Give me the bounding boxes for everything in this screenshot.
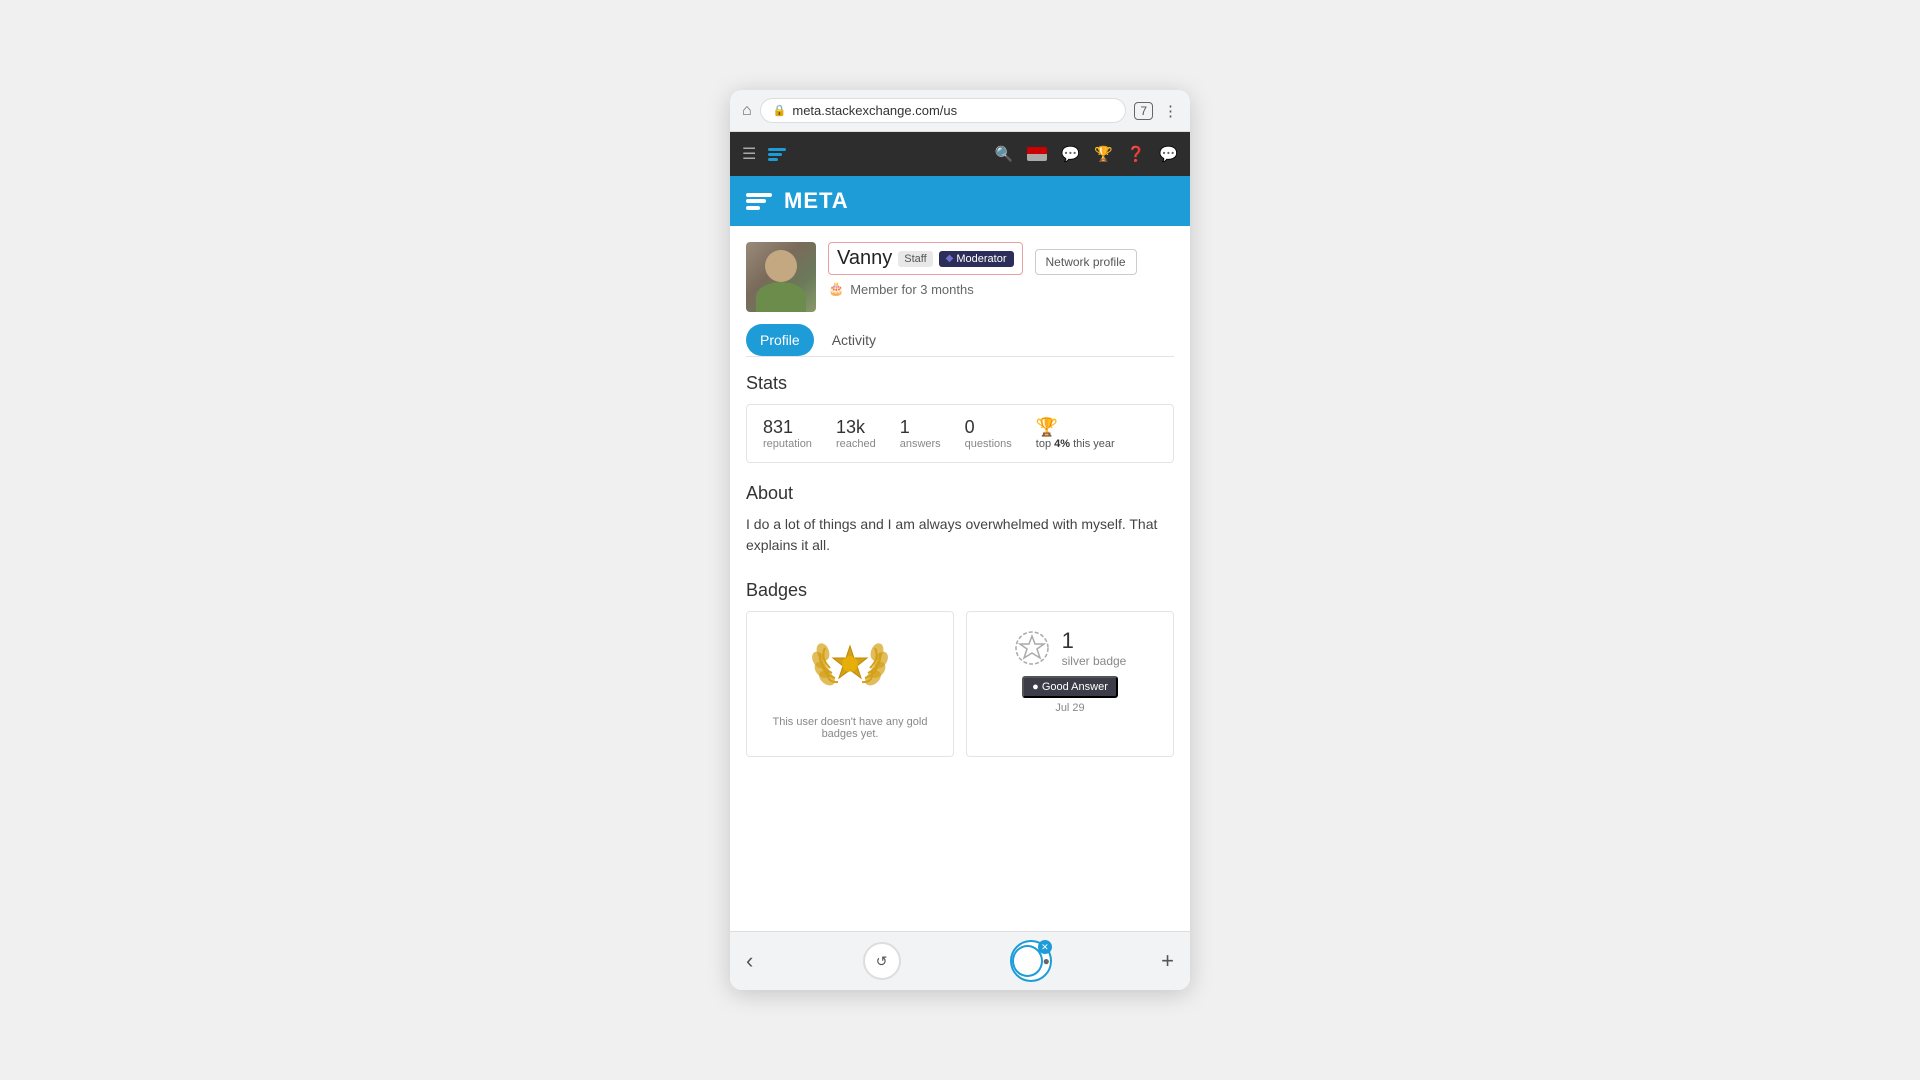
stat-answers: 1 answers xyxy=(900,417,941,450)
no-gold-badge-text: This user doesn't have any gold badges y… xyxy=(759,716,941,740)
hamburger-icon[interactable]: ☰ xyxy=(742,144,756,164)
refresh-button[interactable]: ↺ xyxy=(863,942,901,980)
se-logo-icon[interactable] xyxy=(768,148,786,161)
profile-section: Vanny Staff ◆ Moderator Network profile … xyxy=(730,226,1190,793)
silver-badge-info: 1 silver badge xyxy=(1062,628,1127,668)
inbox-icon[interactable]: 💬 xyxy=(1061,145,1080,163)
browser-actions: 7 ⋮ xyxy=(1134,102,1178,120)
answers-label: answers xyxy=(900,438,941,450)
silver-count: 1 xyxy=(1062,628,1127,654)
tab-activity[interactable]: Activity xyxy=(818,324,890,356)
stat-reached: 13k reached xyxy=(836,417,876,450)
questions-label: questions xyxy=(965,438,1012,450)
se-topnav: ☰ 🔍 💬 🏆 ❓ 💬 xyxy=(730,132,1190,176)
cake-icon: 🎂 xyxy=(828,281,844,297)
answers-value: 1 xyxy=(900,417,910,438)
avatar-image xyxy=(746,242,816,312)
se-topnav-left: ☰ xyxy=(742,144,786,164)
tab-count-button[interactable]: 7 xyxy=(1134,102,1153,120)
silver-badge-card: 1 silver badge ● Good Answer Jul 29 xyxy=(966,611,1174,757)
avatar-face xyxy=(765,250,797,282)
site-header: META xyxy=(730,176,1190,226)
tab-profile[interactable]: Profile xyxy=(746,324,814,356)
url-text: meta.stackexchange.com/us xyxy=(792,103,957,118)
section-about: About I do a lot of things and I am alwa… xyxy=(746,483,1174,556)
search-icon[interactable]: 🔍 xyxy=(995,145,1014,163)
reputation-value: 831 xyxy=(763,417,793,438)
page-content: ☰ 🔍 💬 🏆 ❓ 💬 META xyxy=(730,132,1190,931)
lock-icon: 🔒 xyxy=(773,104,787,117)
stat-reputation: 831 reputation xyxy=(763,417,812,450)
badges-title: Badges xyxy=(746,580,1174,601)
avatar-body xyxy=(756,282,806,312)
network-profile-button[interactable]: Network profile xyxy=(1035,249,1137,275)
about-text: I do a lot of things and I am always ove… xyxy=(746,514,1174,556)
reached-label: reached xyxy=(836,438,876,450)
section-stats: Stats 831 reputation 13k reached 1 answe… xyxy=(746,373,1174,463)
moderator-label: Moderator xyxy=(956,253,1006,265)
trophy-icon[interactable]: 🏆 xyxy=(1094,145,1113,163)
browser-menu-button[interactable]: ⋮ xyxy=(1163,102,1178,120)
profile-tabs: Profile Activity xyxy=(746,324,1174,357)
gold-badge-card: This user doesn't have any gold badges y… xyxy=(746,611,954,757)
member-duration: Member for 3 months xyxy=(850,282,974,297)
chat-icon[interactable]: 💬 xyxy=(1159,145,1178,163)
tab-close-badge[interactable]: ✕ xyxy=(1038,940,1052,954)
trophy-label: top 4% this year xyxy=(1036,438,1115,450)
trophy-icon-stat: 🏆 xyxy=(1036,417,1058,438)
stats-box: 831 reputation 13k reached 1 answers 0 q… xyxy=(746,404,1174,463)
stats-title: Stats xyxy=(746,373,1174,394)
new-tab-button[interactable]: + xyxy=(1161,948,1174,974)
silver-badge-svg xyxy=(1014,630,1050,666)
phone-frame: ⌂ 🔒 meta.stackexchange.com/us 7 ⋮ ☰ 🔍 💬 … xyxy=(730,90,1190,990)
se-topnav-right: 🔍 💬 🏆 ❓ 💬 xyxy=(995,145,1178,163)
tab-switcher-icon: ● xyxy=(1043,954,1050,968)
about-title: About xyxy=(746,483,1174,504)
site-logo-icon xyxy=(746,193,772,210)
stat-trophy: 🏆 top 4% this year xyxy=(1036,417,1115,450)
profile-header: Vanny Staff ◆ Moderator Network profile … xyxy=(746,242,1174,312)
browser-chrome: ⌂ 🔒 meta.stackexchange.com/us 7 ⋮ xyxy=(730,90,1190,132)
back-button[interactable]: ‹ xyxy=(746,948,753,974)
good-answer-badge[interactable]: ● Good Answer xyxy=(1022,676,1118,698)
username: Vanny xyxy=(837,247,892,270)
badge-date: Jul 29 xyxy=(1055,702,1084,714)
tab-switcher-button[interactable]: ● ✕ xyxy=(1010,940,1052,982)
badges-grid: This user doesn't have any gold badges y… xyxy=(746,611,1174,757)
member-info: 🎂 Member for 3 months xyxy=(828,281,1174,297)
staff-badge: Staff xyxy=(898,251,932,267)
gold-badge-svg xyxy=(810,628,890,708)
address-bar[interactable]: 🔒 meta.stackexchange.com/us xyxy=(760,98,1127,123)
browser-home-icon[interactable]: ⌂ xyxy=(742,102,752,120)
trophy-percent: 4% xyxy=(1054,438,1070,450)
bottom-bar: ‹ ↺ ● ✕ + xyxy=(730,931,1190,990)
reached-value: 13k xyxy=(836,417,865,438)
badges-section: Badges xyxy=(746,580,1174,757)
site-title: META xyxy=(784,188,849,214)
help-icon[interactable]: ❓ xyxy=(1127,145,1146,163)
questions-value: 0 xyxy=(965,417,975,438)
moderator-badge: ◆ Moderator xyxy=(939,251,1014,267)
moderator-diamond: ◆ xyxy=(946,253,954,264)
profile-info: Vanny Staff ◆ Moderator Network profile … xyxy=(828,242,1174,297)
flag-icon xyxy=(1027,147,1047,161)
avatar xyxy=(746,242,816,312)
stat-questions: 0 questions xyxy=(965,417,1012,450)
username-row: Vanny Staff ◆ Moderator xyxy=(828,242,1023,275)
silver-label: silver badge xyxy=(1062,654,1127,668)
silver-badge-row: 1 silver badge xyxy=(1014,628,1127,668)
reputation-label: reputation xyxy=(763,438,812,450)
